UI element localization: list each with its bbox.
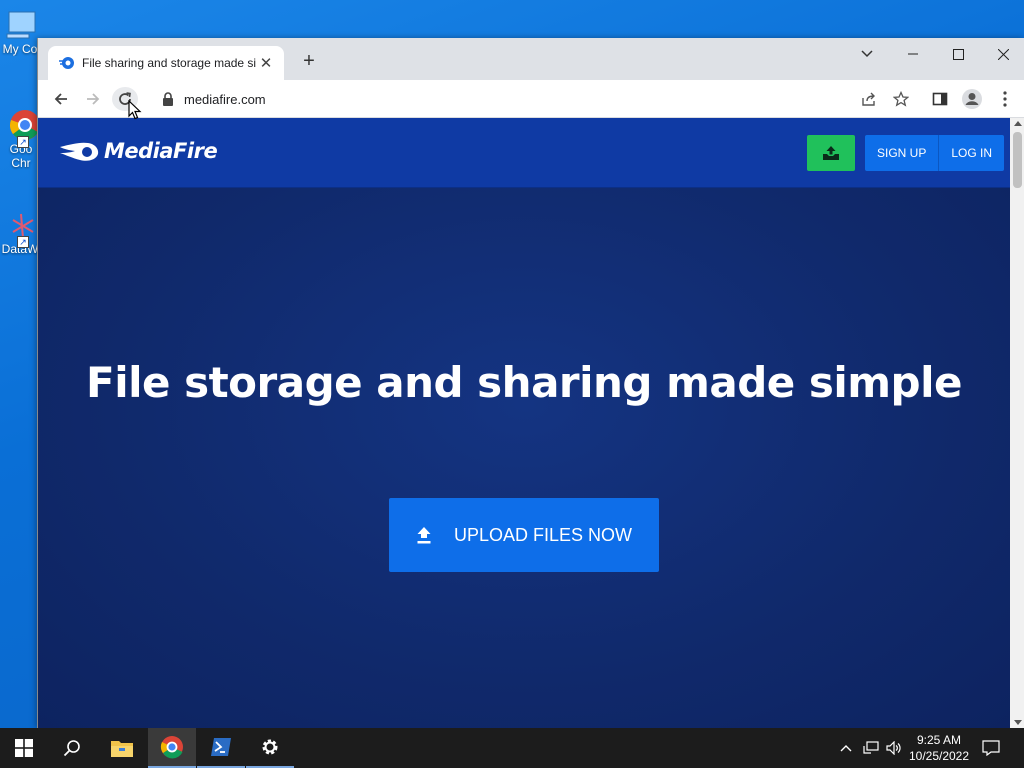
share-button[interactable] (856, 87, 882, 111)
web-page: MediaFire SIGN UP LOG IN File storage an… (38, 118, 1010, 728)
page-scrollbar[interactable] (1010, 118, 1024, 728)
side-panel-button[interactable] (927, 87, 953, 111)
datawrapper-icon: ↗ (3, 208, 37, 248)
forward-button[interactable] (80, 87, 106, 111)
volume-button[interactable] (883, 728, 905, 768)
start-button[interactable] (0, 728, 48, 768)
tab-bar: File sharing and storage made si ✕ + (38, 38, 1024, 80)
desktop-icon-datawrapper[interactable]: ↗ DataW (0, 208, 40, 256)
signup-link[interactable]: SIGN UP (865, 135, 938, 171)
upload-tray-icon (823, 146, 839, 160)
network-icon (863, 741, 879, 754)
powershell-button[interactable] (197, 728, 245, 768)
chrome-icon: ↗ (3, 108, 40, 148)
flame-logo-icon (60, 142, 99, 161)
notification-icon (982, 740, 1000, 756)
side-panel-icon (932, 92, 948, 106)
desktop-icon-label: My Co (2, 42, 38, 56)
address-text: mediafire.com (184, 91, 266, 107)
menu-button[interactable] (992, 87, 1018, 111)
kebab-menu-icon (1003, 91, 1007, 107)
auth-buttons: SIGN UP LOG IN (865, 135, 1005, 171)
chrome-icon (160, 736, 183, 759)
upload-files-button[interactable]: UPLOAD FILES NOW (389, 498, 659, 572)
address-bar[interactable]: mediafire.com (148, 85, 948, 113)
tab-search-button[interactable] (844, 38, 890, 70)
settings-button[interactable] (246, 728, 294, 768)
close-icon (997, 48, 1009, 60)
chevron-down-icon (861, 50, 873, 58)
windows-logo-icon (15, 739, 33, 757)
show-hidden-icons-button[interactable] (836, 728, 856, 768)
scroll-down-arrow-icon[interactable] (1014, 720, 1022, 725)
new-tab-button[interactable]: + (298, 51, 320, 73)
notifications-button[interactable] (978, 728, 1004, 768)
file-explorer-button[interactable] (98, 728, 146, 768)
avatar-icon (962, 89, 982, 109)
network-button[interactable] (860, 728, 882, 768)
minimize-icon (908, 53, 918, 55)
profile-button[interactable] (959, 87, 985, 111)
share-icon (862, 92, 875, 106)
login-link[interactable]: LOG IN (939, 135, 1004, 171)
mediafire-favicon-icon (59, 57, 74, 69)
clock-date: 10/25/2022 (908, 749, 970, 763)
close-window-button[interactable] (980, 38, 1024, 70)
mouse-pointer-icon (128, 100, 142, 120)
chevron-up-icon (840, 745, 852, 752)
hero-section: File storage and sharing made simple UPL… (38, 188, 1010, 728)
tab-active[interactable]: File sharing and storage made si ✕ (48, 46, 284, 80)
arrow-right-icon (87, 93, 100, 105)
bookmark-button[interactable] (888, 87, 914, 111)
star-icon (893, 91, 909, 107)
computer-icon (3, 8, 37, 42)
site-header: MediaFire SIGN UP LOG IN (38, 118, 1010, 188)
browser-window: File sharing and storage made si ✕ + med… (37, 38, 1024, 728)
back-button[interactable] (48, 87, 74, 111)
upload-files-label: UPLOAD FILES NOW (453, 524, 633, 545)
upload-icon-button[interactable] (807, 135, 855, 171)
chrome-taskbar-button[interactable] (148, 728, 196, 768)
minimize-button[interactable] (890, 38, 936, 70)
arrow-left-icon (54, 93, 67, 105)
tab-close-icon[interactable]: ✕ (258, 54, 274, 72)
browser-toolbar: mediafire.com (38, 80, 1024, 118)
speaker-icon (886, 741, 901, 755)
search-icon (63, 740, 80, 757)
maximize-icon (952, 48, 964, 60)
shortcut-arrow-icon: ↗ (17, 236, 29, 248)
scroll-thumb[interactable] (1013, 132, 1022, 188)
mediafire-logo[interactable]: MediaFire (58, 138, 218, 164)
taskbar-clock[interactable]: 9:25 AM 10/25/2022 (904, 732, 974, 764)
maximize-button[interactable] (935, 38, 981, 70)
folder-icon (111, 741, 133, 757)
upload-arrow-icon (417, 527, 431, 544)
gear-icon (262, 739, 278, 755)
tab-title: File sharing and storage made si (82, 56, 257, 70)
lock-icon (163, 92, 173, 106)
desktop-icon-google-chrome[interactable]: ↗ Goo Chr (0, 108, 40, 170)
search-button[interactable] (48, 728, 96, 768)
shortcut-arrow-icon: ↗ (17, 136, 29, 148)
powershell-icon (211, 738, 231, 756)
hero-title: File storage and sharing made simple (86, 358, 963, 407)
clock-time: 9:25 AM (916, 733, 962, 747)
scroll-up-arrow-icon[interactable] (1014, 121, 1022, 126)
taskbar: 9:25 AM 10/25/2022 (0, 728, 1024, 768)
desktop-icon-my-computer[interactable]: My Co (0, 8, 40, 56)
logo-text: MediaFire (104, 139, 218, 163)
